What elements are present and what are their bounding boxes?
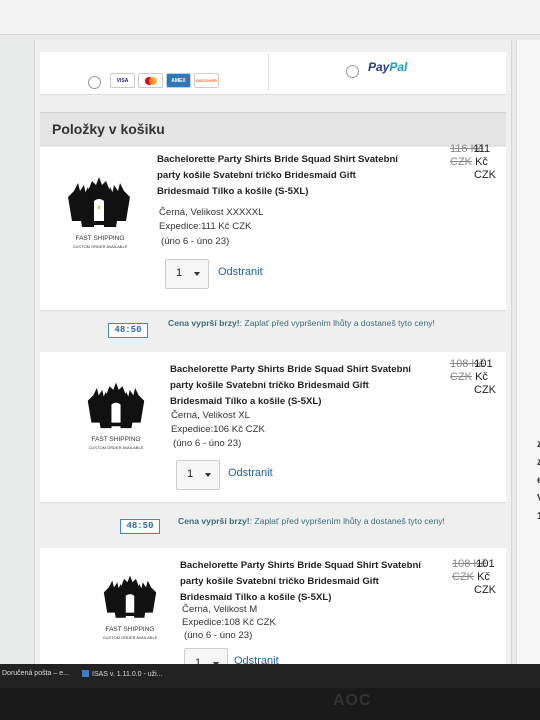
mastercard-circles-icon [144,76,157,85]
delivery-dates: (úno 6 - úno 23) [184,630,253,641]
product-title[interactable]: Bachelorette Party Shirts Bride Squad Sh… [180,558,430,606]
chevron-down-icon [205,473,211,477]
thumbnail-caption: FAST SHIPPING CUSTOM ORDER AVAILABLE [88,436,144,450]
payment-divider [268,54,269,90]
product-title[interactable]: Bachelorette Party Shirts Bride Squad Sh… [157,152,427,200]
countdown-timer: 48:50 [108,323,148,338]
price-block: 116 Kč111 CZK Kč CZK [450,143,496,181]
cart-section-header: Položky v košiku [40,112,506,148]
countdown-timer: 48:50 [120,519,160,534]
visa-card-icon: VISA [110,73,135,88]
cart-item: FAST SHIPPING CUSTOM ORDER AVAILABLE Bac… [40,352,506,503]
monitor-brand-logo: AOC [333,692,372,709]
expiry-message: Cena vyprší brzy!: Zaplať před vypršením… [178,516,445,526]
paypal-logo: PayPal [368,60,408,74]
quantity-select[interactable]: 1 [165,259,209,289]
expiry-message: Cena vyprší brzy!: Zaplať před vypršením… [168,318,435,328]
chevron-down-icon [194,272,200,276]
taskbar-item-mail[interactable]: Doručená pošta – e... [2,670,69,677]
right-summary-panel: z z e V 1 [516,40,540,680]
new-price: 101 [476,558,495,570]
amex-card-icon: AMEX [166,73,191,88]
discover-card-icon: DISCOVER [194,73,219,88]
taskbar-item-isas[interactable]: ISAS v. 1.11.0.0 - uži... [82,670,163,678]
mastercard-icon: MC [138,73,163,88]
thumbnail-caption: FAST SHIPPING CUSTOM ORDER AVAILABLE [72,235,128,249]
shipping-cost: Expedice:111 Kč CZK [159,221,252,232]
delivery-dates: (úno 6 - úno 23) [161,236,230,247]
price-expiry-banner: 48:50 Cena vyprší brzy!: Zaplať před vyp… [40,311,506,351]
cart-item: FAST SHIPPING CUSTOM ORDER AVAILABLE Bac… [40,548,506,678]
new-price: 111 [473,143,491,155]
quantity-select[interactable]: 1 [176,460,220,490]
payment-options-row: VISA MC AMEX DISCOVER PayPal [40,52,506,95]
monitor-bezel: AOC [0,688,540,720]
new-price: 101 [474,358,493,370]
remove-link[interactable]: Odstranit [218,266,263,278]
os-taskbar: Doručená pošta – e... ISAS v. 1.11.0.0 -… [0,664,540,688]
product-title[interactable]: Bachelorette Party Shirts Bride Squad Sh… [170,362,430,410]
thumbnail-caption: FAST SHIPPING CUSTOM ORDER AVAILABLE [102,626,158,640]
cart-item: ♛ FAST SHIPPING CUSTOM ORDER AVAILABLE B… [40,143,506,311]
remove-link[interactable]: Odstranit [228,467,273,479]
price-block: 108 Kč101 CZK Kč CZK [452,558,496,596]
price-expiry-banner: 48:50 Cena vyprší brzy!: Zaplať před vyp… [40,503,506,547]
paypal-payment-radio[interactable] [346,65,359,78]
app-icon [82,670,89,677]
price-block: 108 Kč101 CZK Kč CZK [450,358,496,396]
cart-title: Položky v košiku [52,121,165,137]
card-payment-radio[interactable] [88,76,101,89]
svg-text:♛: ♛ [97,205,101,211]
browser-top-bar [0,0,540,35]
delivery-dates: (úno 6 - úno 23) [173,438,242,449]
